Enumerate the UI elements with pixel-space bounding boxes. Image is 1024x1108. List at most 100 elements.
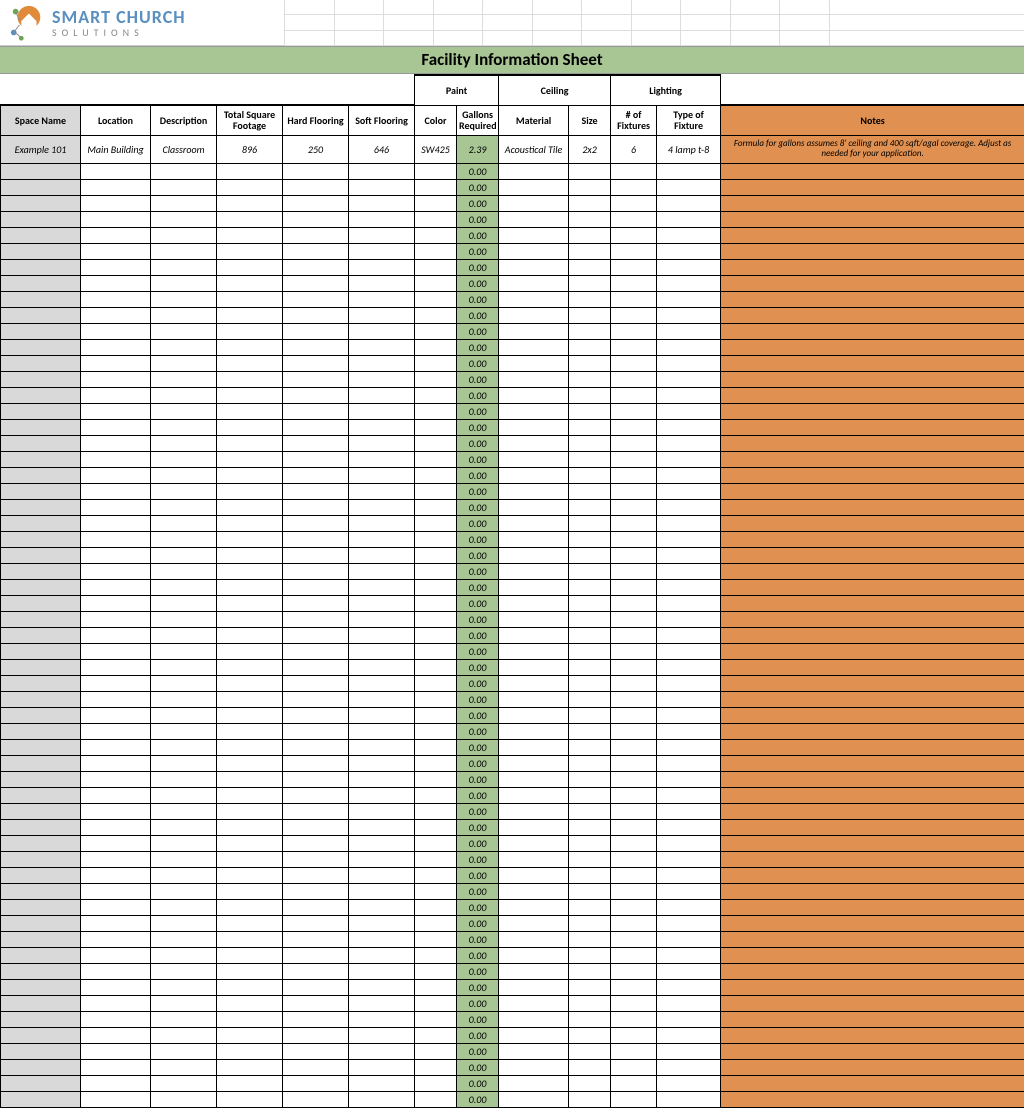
cell[interactable] <box>349 323 415 339</box>
cell[interactable] <box>349 371 415 387</box>
cell-notes[interactable]: Formula for gallons assumes 8' ceiling a… <box>721 135 1024 163</box>
cell[interactable] <box>217 755 283 771</box>
cell[interactable] <box>721 643 1024 659</box>
cell[interactable] <box>657 243 721 259</box>
cell[interactable] <box>611 211 657 227</box>
cell[interactable] <box>569 963 611 979</box>
cell[interactable] <box>151 259 217 275</box>
cell[interactable] <box>151 579 217 595</box>
cell[interactable] <box>569 307 611 323</box>
cell[interactable] <box>611 675 657 691</box>
cell[interactable]: 0.00 <box>457 499 499 515</box>
table-row[interactable]: 0.00 <box>1 211 1024 227</box>
cell[interactable] <box>217 419 283 435</box>
cell[interactable] <box>151 787 217 803</box>
cell[interactable] <box>151 803 217 819</box>
cell[interactable] <box>499 595 569 611</box>
cell[interactable] <box>81 835 151 851</box>
cell[interactable] <box>1 291 81 307</box>
cell[interactable] <box>283 435 349 451</box>
cell[interactable]: 0.00 <box>457 419 499 435</box>
cell[interactable] <box>415 419 457 435</box>
cell[interactable] <box>415 547 457 563</box>
cell[interactable] <box>349 723 415 739</box>
cell[interactable] <box>151 963 217 979</box>
cell[interactable] <box>499 515 569 531</box>
cell[interactable] <box>151 1091 217 1107</box>
cell[interactable] <box>151 611 217 627</box>
cell[interactable] <box>349 195 415 211</box>
cell[interactable] <box>657 883 721 899</box>
cell[interactable] <box>569 883 611 899</box>
cell[interactable] <box>569 563 611 579</box>
cell[interactable] <box>611 579 657 595</box>
table-row[interactable]: 0.00 <box>1 675 1024 691</box>
cell[interactable] <box>499 291 569 307</box>
cell[interactable]: 0.00 <box>457 547 499 563</box>
cell[interactable] <box>151 1011 217 1027</box>
cell[interactable] <box>499 947 569 963</box>
cell[interactable] <box>611 755 657 771</box>
cell[interactable] <box>81 435 151 451</box>
cell[interactable]: 0.00 <box>457 883 499 899</box>
cell[interactable] <box>349 387 415 403</box>
cell[interactable] <box>657 467 721 483</box>
cell[interactable] <box>611 1027 657 1043</box>
cell[interactable] <box>151 499 217 515</box>
cell[interactable] <box>569 227 611 243</box>
table-row[interactable]: 0.00 <box>1 803 1024 819</box>
cell[interactable] <box>721 579 1024 595</box>
cell[interactable] <box>611 771 657 787</box>
cell[interactable]: 0.00 <box>457 803 499 819</box>
cell[interactable] <box>151 675 217 691</box>
cell[interactable] <box>217 467 283 483</box>
cell[interactable] <box>283 835 349 851</box>
cell[interactable] <box>569 163 611 179</box>
cell[interactable] <box>349 307 415 323</box>
cell[interactable] <box>1 499 81 515</box>
table-row[interactable]: 0.00 <box>1 547 1024 563</box>
cell[interactable] <box>1 611 81 627</box>
table-row[interactable]: 0.00 <box>1 483 1024 499</box>
cell[interactable] <box>415 435 457 451</box>
cell[interactable] <box>349 787 415 803</box>
cell[interactable] <box>81 947 151 963</box>
cell[interactable]: 0.00 <box>457 1043 499 1059</box>
cell[interactable] <box>217 483 283 499</box>
cell[interactable] <box>151 163 217 179</box>
table-row[interactable]: 0.00 <box>1 963 1024 979</box>
cell[interactable] <box>499 627 569 643</box>
cell[interactable] <box>611 531 657 547</box>
cell[interactable] <box>721 835 1024 851</box>
cell[interactable] <box>283 195 349 211</box>
cell[interactable] <box>217 243 283 259</box>
cell[interactable] <box>415 611 457 627</box>
cell[interactable] <box>81 819 151 835</box>
cell[interactable] <box>151 403 217 419</box>
table-row[interactable]: 0.00 <box>1 883 1024 899</box>
table-row[interactable]: 0.00 <box>1 611 1024 627</box>
cell[interactable] <box>151 195 217 211</box>
cell[interactable] <box>349 835 415 851</box>
cell[interactable] <box>1 963 81 979</box>
table-row[interactable]: 0.00 <box>1 595 1024 611</box>
cell[interactable] <box>721 883 1024 899</box>
cell[interactable] <box>569 179 611 195</box>
cell[interactable] <box>569 979 611 995</box>
cell[interactable] <box>283 211 349 227</box>
cell[interactable] <box>283 771 349 787</box>
cell[interactable] <box>721 1091 1024 1107</box>
cell[interactable] <box>349 547 415 563</box>
cell[interactable] <box>569 515 611 531</box>
cell[interactable] <box>81 195 151 211</box>
cell[interactable] <box>657 259 721 275</box>
cell[interactable] <box>721 211 1024 227</box>
cell[interactable] <box>657 1043 721 1059</box>
cell[interactable] <box>349 467 415 483</box>
cell[interactable] <box>217 515 283 531</box>
cell[interactable] <box>217 771 283 787</box>
cell[interactable] <box>151 1027 217 1043</box>
cell[interactable] <box>611 307 657 323</box>
cell[interactable] <box>657 995 721 1011</box>
cell[interactable] <box>415 723 457 739</box>
